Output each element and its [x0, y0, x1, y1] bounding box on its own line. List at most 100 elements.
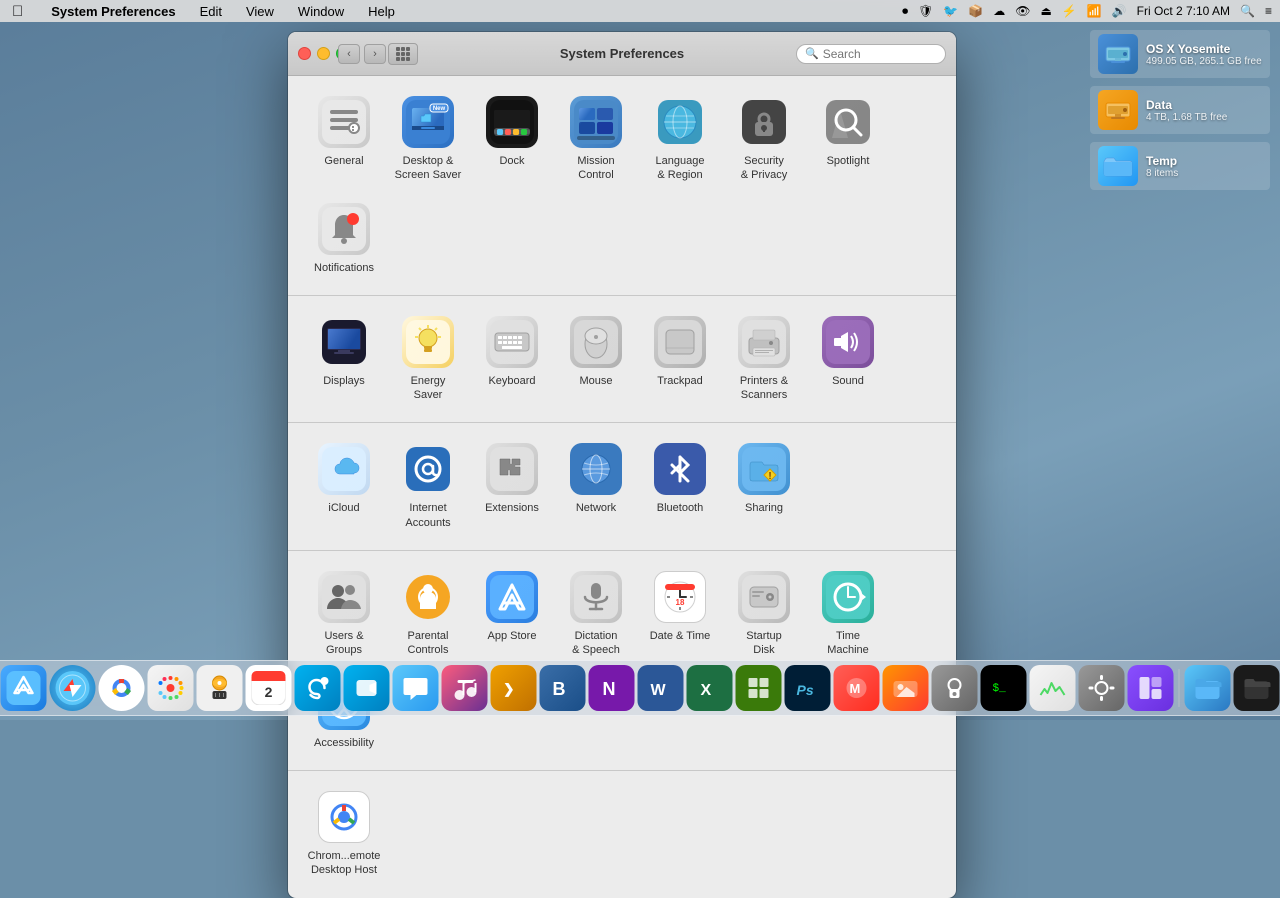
forward-button[interactable]: › — [364, 44, 386, 64]
pref-printers[interactable]: Printers &Scanners — [724, 308, 804, 411]
pref-parental[interactable]: ParentalControls — [388, 563, 468, 666]
dock-onenote[interactable]: N — [589, 665, 635, 711]
pref-trackpad[interactable]: Trackpad — [640, 308, 720, 411]
pref-network[interactable]: Network — [556, 435, 636, 538]
desktop-icon-yosemite[interactable]: OS X Yosemite 499.05 GB, 265.1 GB free — [1090, 30, 1270, 78]
personal-grid: General — [304, 88, 940, 283]
dock-icon — [486, 96, 538, 148]
dock-itunes[interactable] — [442, 665, 488, 711]
menu-edit[interactable]: Edit — [196, 2, 226, 21]
desktop-icon: New — [402, 96, 454, 148]
dock-safari[interactable] — [50, 665, 96, 711]
back-button[interactable]: ‹ — [338, 44, 360, 64]
pref-language[interactable]: Language& Region — [640, 88, 720, 191]
desktop-icons-container: OS X Yosemite 499.05 GB, 265.1 GB free D… — [1090, 30, 1270, 190]
search-box[interactable]: 🔍 — [796, 44, 946, 64]
dock-photos[interactable] — [148, 665, 194, 711]
dock-numbers[interactable] — [736, 665, 782, 711]
dock-photoshop[interactable]: Ps — [785, 665, 831, 711]
svg-text:$_: $_ — [993, 683, 1007, 695]
pref-startup[interactable]: StartupDisk — [724, 563, 804, 666]
dock-1password[interactable] — [932, 665, 978, 711]
parental-label: ParentalControls — [408, 629, 449, 658]
pref-security[interactable]: Security& Privacy — [724, 88, 804, 191]
dock-skype2[interactable] — [344, 665, 390, 711]
pref-sharing[interactable]: ! Sharing — [724, 435, 804, 538]
desktop-icon-temp[interactable]: Temp 8 items — [1090, 142, 1270, 190]
svg-text:Ps: Ps — [797, 682, 814, 698]
yosemite-size: 499.05 GB, 265.1 GB free — [1146, 56, 1262, 67]
data-label: Data — [1146, 98, 1227, 112]
menubar-search-icon[interactable]: 🔍 — [1240, 4, 1255, 18]
pref-notifications[interactable]: Notifications — [304, 195, 384, 283]
dock-sysprefs[interactable] — [1079, 665, 1125, 711]
dock-appstore[interactable] — [1, 665, 47, 711]
desktop-icon-data[interactable]: Data 4 TB, 1.68 TB free — [1090, 86, 1270, 134]
pref-mission[interactable]: MissionControl — [556, 88, 636, 191]
pref-timemachine[interactable]: TimeMachine — [808, 563, 888, 666]
pref-mouse[interactable]: Mouse — [556, 308, 636, 411]
grid-button[interactable] — [388, 43, 418, 65]
pref-displays[interactable]: Displays — [304, 308, 384, 411]
pref-spotlight[interactable]: Spotlight — [808, 88, 888, 191]
dock-virtualbox[interactable] — [197, 665, 243, 711]
menu-help[interactable]: Help — [364, 2, 399, 21]
apple-menu[interactable]:  — [8, 1, 27, 22]
pref-desktop[interactable]: New Desktop &Screen Saver — [388, 88, 468, 191]
search-input[interactable] — [823, 47, 933, 61]
printers-icon — [738, 316, 790, 368]
pref-chrome-remote[interactable]: Chrom...emoteDesktop Host — [304, 783, 384, 886]
hardware-grid: Displays — [304, 308, 940, 411]
dock-excel[interactable]: X — [687, 665, 733, 711]
close-button[interactable] — [298, 47, 311, 60]
users-icon — [318, 571, 370, 623]
minimize-button[interactable] — [317, 47, 330, 60]
pref-icloud[interactable]: iCloud — [304, 435, 384, 538]
menubar-bitdefender-icon: 🛡 — [918, 4, 933, 18]
dock-chrome[interactable] — [99, 665, 145, 711]
chrome-remote-icon — [318, 791, 370, 843]
pref-dock[interactable]: Dock — [472, 88, 552, 191]
dock-mc[interactable]: M — [834, 665, 880, 711]
dock-messages[interactable] — [393, 665, 439, 711]
dock-moom[interactable] — [1128, 665, 1174, 711]
startup-label: StartupDisk — [746, 629, 781, 658]
pref-sound[interactable]: Sound — [808, 308, 888, 411]
temp-label: Temp — [1146, 154, 1178, 168]
pref-internet-accounts[interactable]: InternetAccounts — [388, 435, 468, 538]
pref-extensions[interactable]: Extensions — [472, 435, 552, 538]
pref-datetime[interactable]: 18 Date & Time — [640, 563, 720, 666]
menubar:  System Preferences Edit View Window He… — [0, 0, 1280, 22]
dock-calendar[interactable]: 2 — [246, 665, 292, 711]
dock-prompt[interactable]: ❯ — [491, 665, 537, 711]
pref-dictation[interactable]: Dictation& Speech — [556, 563, 636, 666]
dock-terminal[interactable]: $_ — [981, 665, 1027, 711]
menubar-datetime[interactable]: Fri Oct 2 7:10 AM — [1137, 4, 1230, 18]
sharing-icon: ! — [738, 443, 790, 495]
menu-view[interactable]: View — [242, 2, 278, 21]
accessibility-label: Accessibility — [314, 736, 374, 750]
section-personal: General — [288, 76, 956, 296]
dock-finder2[interactable] — [1185, 665, 1231, 711]
pref-keyboard[interactable]: Keyboard — [472, 308, 552, 411]
displays-label: Displays — [323, 374, 365, 388]
dock-bbedit[interactable]: B — [540, 665, 586, 711]
dock-activitymonitor[interactable] — [1030, 665, 1076, 711]
mission-label: MissionControl — [577, 154, 614, 183]
dock-dark[interactable] — [1234, 665, 1280, 711]
pref-energy[interactable]: EnergySaver — [388, 308, 468, 411]
pref-appstore[interactable]: App Store — [472, 563, 552, 666]
menu-window[interactable]: Window — [294, 2, 348, 21]
dock-word[interactable]: W — [638, 665, 684, 711]
pref-bluetooth[interactable]: Bluetooth — [640, 435, 720, 538]
extensions-icon — [486, 443, 538, 495]
dock-skype1[interactable] — [295, 665, 341, 711]
menubar-list-icon[interactable]: ≡ — [1265, 4, 1272, 18]
mouse-icon — [570, 316, 622, 368]
menubar-recording-icon: ⏺ — [902, 4, 908, 19]
dock-photos2[interactable] — [883, 665, 929, 711]
pref-users[interactable]: Users &Groups — [304, 563, 384, 666]
pref-general[interactable]: General — [304, 88, 384, 191]
language-label: Language& Region — [656, 154, 705, 183]
app-name[interactable]: System Preferences — [47, 2, 179, 21]
